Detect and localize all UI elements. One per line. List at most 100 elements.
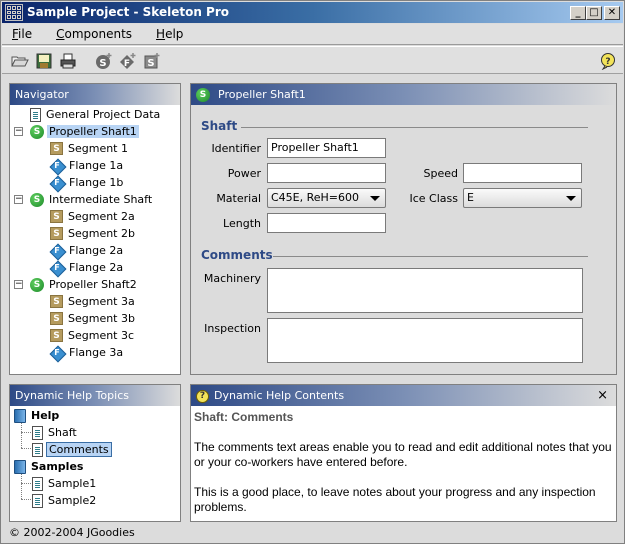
help-paragraph: The comments text areas enable you to re…	[194, 440, 612, 469]
help-group-help[interactable]: Help	[14, 407, 61, 424]
print-button[interactable]	[59, 52, 77, 70]
navigator-tree: General Project Data − S Propeller Shaft…	[10, 105, 180, 359]
open-folder-icon	[11, 56, 29, 67]
help-topics-panel: Dynamic Help Topics Help Shaft Comments	[9, 384, 181, 522]
speed-label: Speed	[423, 167, 458, 180]
segment-icon: S	[50, 312, 63, 325]
tree-item-label: General Project Data	[46, 108, 161, 121]
window-title: Sample Project - Skeleton Pro	[27, 5, 230, 19]
machinery-label: Machinery	[203, 272, 261, 285]
new-segment-button[interactable]: S	[143, 52, 161, 70]
speed-field[interactable]	[463, 163, 582, 183]
flange-icon: F	[50, 261, 64, 275]
help-topic-shaft[interactable]: Shaft	[32, 424, 79, 441]
document-icon	[32, 425, 43, 440]
new-flange-button[interactable]: F	[119, 52, 137, 70]
help-button[interactable]: ?	[599, 52, 617, 70]
segment-icon: S	[50, 142, 63, 155]
tree-item-general-project-data[interactable]: General Project Data	[30, 106, 162, 123]
maximize-button[interactable]: □	[586, 6, 602, 20]
menu-components-label: omponents	[64, 27, 133, 41]
tree-item-label: Segment 3a	[68, 295, 135, 308]
tree-item-label: Flange 1a	[69, 159, 124, 172]
tree-item-label: Segment 3c	[68, 329, 135, 342]
navigator-panel: Navigator General Project Data − S Prope…	[9, 83, 181, 375]
tree-item-segment[interactable]: S Segment 3a	[50, 293, 137, 310]
help-contents-panel: ? Dynamic Help Contents × Shaft: Comments…	[190, 384, 617, 522]
save-button[interactable]	[35, 52, 53, 70]
ice-class-dropdown[interactable]: E	[463, 188, 582, 208]
machinery-textarea[interactable]	[267, 268, 583, 313]
ice-class-value: E	[467, 191, 474, 204]
menu-components[interactable]: Components	[56, 27, 132, 41]
power-field[interactable]	[267, 163, 386, 183]
shaft-section-title: Shaft	[201, 119, 238, 133]
menu-file[interactable]: File	[12, 27, 32, 41]
document-icon	[32, 476, 43, 491]
tree-item-label: Flange 2a	[69, 261, 124, 274]
inspection-textarea[interactable]	[267, 318, 583, 363]
minimize-button[interactable]: _	[570, 6, 586, 20]
tree-item-flange[interactable]: F Flange 2a	[50, 259, 125, 276]
editor-panel: S Propeller Shaft1 Shaft Identifier Prope…	[190, 83, 617, 375]
help-topic-sample2[interactable]: Sample2	[32, 492, 98, 509]
new-shaft-button[interactable]: S	[95, 52, 113, 70]
help-paragraph: This is a good place, to leave notes abo…	[194, 485, 596, 514]
new-shaft-icon: S	[96, 53, 112, 69]
editor-title: Propeller Shaft1	[218, 88, 306, 101]
flange-icon: F	[50, 176, 64, 190]
tree-item-flange[interactable]: F Flange 3a	[50, 344, 125, 361]
collapse-toggle[interactable]: −	[14, 127, 23, 136]
tree-item-label: Flange 1b	[69, 176, 124, 189]
flange-icon: F	[50, 159, 64, 173]
tree-item-segment[interactable]: S Segment 3b	[50, 310, 137, 327]
collapse-toggle[interactable]: −	[14, 280, 23, 289]
chevron-down-icon	[566, 196, 576, 201]
segment-icon: S	[50, 210, 63, 223]
menu-help[interactable]: Help	[156, 27, 183, 41]
length-label: Length	[223, 217, 261, 230]
help-group-samples[interactable]: Samples	[14, 458, 85, 475]
tree-item-propeller-shaft1[interactable]: S Propeller Shaft1	[30, 123, 139, 140]
tree-item-flange[interactable]: F Flange 1a	[50, 157, 125, 174]
help-topic-sample1[interactable]: Sample1	[32, 475, 98, 492]
tree-item-flange[interactable]: F Flange 2a	[50, 242, 125, 259]
tree-item-propeller-shaft2[interactable]: S Propeller Shaft2	[30, 276, 139, 293]
tree-item-segment[interactable]: S Segment 1	[50, 140, 130, 157]
inspection-label: Inspection	[204, 322, 261, 335]
material-dropdown[interactable]: C45E, ReH=600	[267, 188, 386, 208]
shaft-icon: S	[30, 124, 44, 139]
tree-item-label: Segment 3b	[68, 312, 135, 325]
help-topics-header: Dynamic Help Topics	[10, 385, 180, 406]
tree-item-label: Propeller Shaft2	[49, 278, 137, 291]
tree-item-segment[interactable]: S Segment 2a	[50, 208, 137, 225]
close-help-button[interactable]: ×	[597, 385, 608, 406]
svg-text:?: ?	[605, 57, 610, 67]
length-field[interactable]	[267, 213, 386, 233]
application-window: Sample Project - Skeleton Pro _ □ ✕ File…	[0, 0, 625, 544]
document-icon	[30, 107, 41, 122]
tree-item-segment[interactable]: S Segment 2b	[50, 225, 137, 242]
section-divider	[241, 127, 588, 128]
tree-item-label: Flange 3a	[69, 346, 124, 359]
tree-item-label: Segment 2b	[68, 227, 135, 240]
tree-item-flange[interactable]: F Flange 1b	[50, 174, 125, 191]
close-window-button[interactable]: ✕	[604, 6, 620, 20]
segment-icon: S	[50, 295, 63, 308]
title-bar[interactable]: Sample Project - Skeleton Pro _ □ ✕	[2, 2, 623, 23]
material-label: Material	[216, 192, 261, 205]
segment-icon: S	[50, 227, 63, 240]
collapse-toggle[interactable]: −	[14, 195, 23, 204]
tree-item-intermediate-shaft[interactable]: S Intermediate Shaft	[30, 191, 154, 208]
tree-item-segment[interactable]: S Segment 3c	[50, 327, 136, 344]
help-topic-label: Comments	[46, 442, 112, 457]
identifier-field[interactable]: Propeller Shaft1	[267, 138, 386, 158]
help-topic-comments[interactable]: Comments	[32, 441, 112, 458]
shaft-icon: S	[30, 192, 44, 207]
editor-header: S Propeller Shaft1	[191, 84, 616, 105]
open-button[interactable]	[11, 52, 29, 70]
segment-icon: S	[50, 329, 63, 342]
tree-item-label: Segment 1	[68, 142, 128, 155]
material-value: C45E, ReH=600	[271, 191, 360, 204]
shaft-icon: S	[196, 88, 210, 102]
